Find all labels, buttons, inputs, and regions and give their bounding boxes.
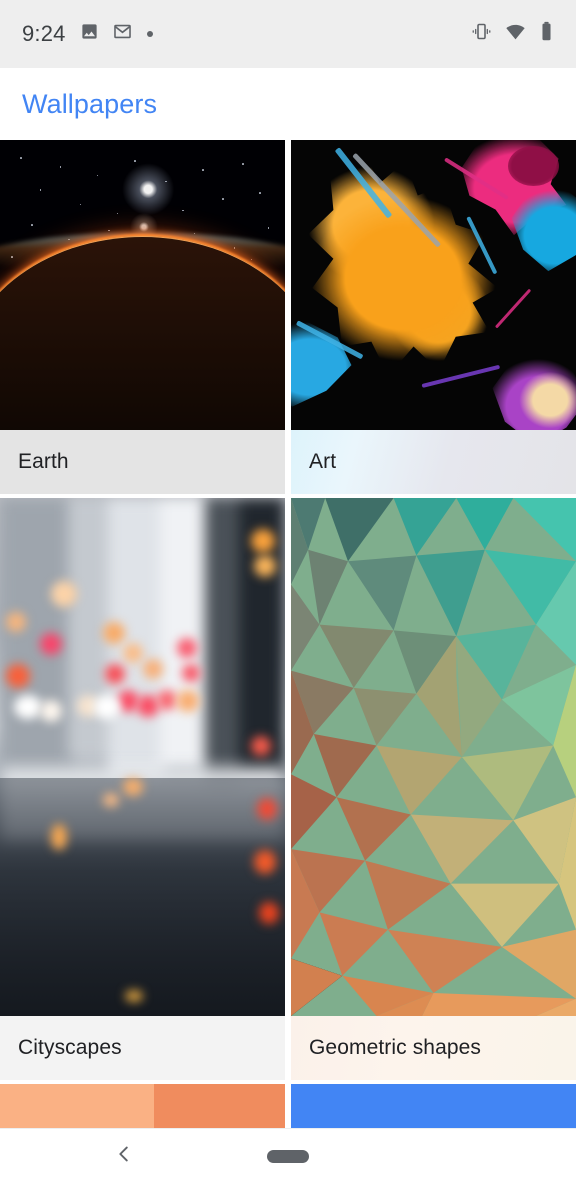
bokeh-light	[250, 736, 271, 757]
bokeh-light	[142, 658, 163, 679]
blue-solid-artwork[interactable]	[291, 1084, 576, 1128]
bokeh-light	[102, 793, 119, 808]
status-bar-right	[471, 21, 554, 47]
bokeh-light	[256, 798, 277, 821]
bokeh-light	[102, 622, 125, 645]
wallpaper-card-geometric-shapes[interactable]: Geometric shapes	[291, 498, 576, 1080]
photo-icon	[80, 22, 99, 46]
cityscapes-artwork[interactable]	[0, 498, 285, 1016]
bokeh-light	[39, 700, 62, 723]
wallpaper-label-art: Art	[291, 430, 576, 494]
wallpaper-label-text: Earth	[18, 450, 69, 473]
art-artwork[interactable]	[291, 140, 576, 430]
wallpaper-label-geometric-shapes: Geometric shapes	[291, 1016, 576, 1080]
bokeh-light	[250, 529, 275, 554]
wallpaper-card-cityscapes[interactable]: Cityscapes	[0, 498, 285, 1080]
page-title: Wallpapers	[22, 88, 158, 119]
bokeh-reflection	[253, 850, 276, 875]
wallpaper-card-art[interactable]: Art	[291, 140, 576, 494]
bokeh-light	[14, 694, 43, 719]
earth-artwork[interactable]	[0, 140, 285, 430]
wallpaper-label-cityscapes: Cityscapes	[0, 1016, 285, 1080]
bokeh-light	[5, 611, 26, 632]
wallpaper-label-text: Cityscapes	[18, 1036, 122, 1059]
bokeh-light	[136, 694, 159, 717]
status-bar: 9:24	[0, 0, 576, 68]
wifi-icon	[505, 21, 526, 47]
bokeh-light	[51, 580, 78, 607]
bokeh-light	[5, 663, 30, 688]
wallpaper-label-text: Geometric shapes	[309, 1036, 482, 1059]
orange-gradient-artwork[interactable]	[0, 1084, 285, 1128]
home-pill-icon[interactable]	[267, 1150, 309, 1163]
vibrate-icon	[471, 21, 492, 47]
chevron-left-icon	[113, 1143, 135, 1170]
battery-icon	[539, 21, 554, 47]
system-navigation-bar	[0, 1128, 576, 1184]
bokeh-light	[156, 689, 177, 710]
wallpaper-card-earth[interactable]: Earth	[0, 140, 285, 494]
app-bar: Wallpapers	[0, 68, 576, 140]
bokeh-light	[176, 689, 199, 712]
gmail-icon	[113, 22, 132, 46]
bokeh-light	[94, 694, 121, 719]
back-button[interactable]	[104, 1137, 144, 1177]
wallpaper-card-partial-orange[interactable]	[0, 1084, 285, 1128]
bokeh-light	[39, 632, 62, 655]
bokeh-light	[116, 689, 139, 712]
bokeh-light	[176, 637, 197, 658]
dot-icon	[146, 25, 154, 43]
status-time: 9:24	[22, 21, 66, 46]
bokeh-light	[122, 643, 143, 664]
wallpaper-grid[interactable]: Earth Art Cityscapes Geometric shapes	[0, 140, 576, 1128]
geometric-shapes-artwork[interactable]	[291, 498, 576, 1016]
wallpaper-label-earth: Earth	[0, 430, 285, 494]
wallpaper-label-text: Art	[309, 450, 337, 473]
status-bar-left: 9:24	[22, 21, 154, 47]
bokeh-light	[122, 777, 143, 796]
bokeh-light	[253, 554, 276, 577]
wallpaper-card-partial-blue[interactable]	[291, 1084, 576, 1128]
